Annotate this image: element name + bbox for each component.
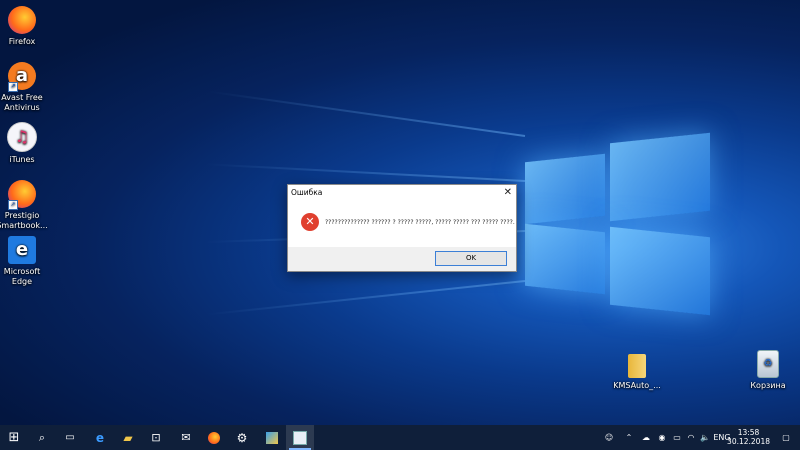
gear-icon: ⚙ xyxy=(236,430,248,445)
taskbar-kmsauto[interactable] xyxy=(286,425,314,450)
taskbar-firefox[interactable] xyxy=(200,425,228,450)
desktop-icon-edge[interactable]: e Microsoft Edge xyxy=(0,236,52,287)
notification-app-icon[interactable]: ◉ xyxy=(655,425,669,450)
desktop-icon-itunes[interactable]: ♫ iTunes xyxy=(0,122,52,165)
edge-icon: e xyxy=(95,430,105,445)
firefox-icon xyxy=(8,6,36,34)
taskbar: ⊞ ⌕ ▭ e ▰ ⊡ ✉ ⚙ ☺ ⌃ ☁ ◉ ▭ ◠ 🔈 ENG 13:58 … xyxy=(0,425,800,450)
dialog-titlebar[interactable]: Ошибка ✕ xyxy=(288,185,516,201)
mail-icon: ✉ xyxy=(181,431,191,444)
taskbar-explorer[interactable]: ▰ xyxy=(114,425,142,450)
taskbar-app[interactable] xyxy=(258,425,286,450)
action-center-icon[interactable]: ▢ xyxy=(778,425,794,450)
desktop-icon-avast[interactable]: a ↗ Avast Free Antivirus xyxy=(0,62,52,113)
windows-icon: ⊞ xyxy=(8,430,20,445)
wifi-icon[interactable]: ◠ xyxy=(684,425,698,450)
search-icon: ⌕ xyxy=(38,430,46,444)
dialog-title: Ошибка xyxy=(291,188,323,197)
file-explorer-icon: ▰ xyxy=(123,430,133,445)
search-button[interactable]: ⌕ xyxy=(28,425,56,450)
clock[interactable]: 13:58 30.12.2018 xyxy=(727,428,770,446)
clock-date: 30.12.2018 xyxy=(727,437,770,446)
volume-icon[interactable]: 🔈 xyxy=(698,425,712,450)
firefox-icon xyxy=(208,431,220,444)
folder-icon xyxy=(628,354,646,378)
taskbar-edge[interactable]: e xyxy=(86,425,114,450)
error-icon: ✕ xyxy=(301,213,319,231)
desktop-icon-prestigio[interactable]: ↗ Prestigio Smartbook... xyxy=(0,180,52,231)
itunes-icon: ♫ xyxy=(7,122,37,152)
shortcut-arrow-icon: ↗ xyxy=(8,82,18,92)
ok-button[interactable]: OK xyxy=(435,251,507,266)
app-icon xyxy=(266,431,278,444)
task-view-icon: ▭ xyxy=(65,432,75,443)
dialog-message: ?????????????? ?????? ? ????? ?????, ???… xyxy=(325,219,515,226)
recycle-bin-icon: ♻ xyxy=(757,350,779,378)
desktop-icon-recycle-bin[interactable]: ♻ Корзина xyxy=(738,350,798,391)
desktop-icon-firefox[interactable]: Firefox xyxy=(0,6,52,47)
shortcut-arrow-icon: ↗ xyxy=(8,200,18,210)
error-dialog: Ошибка ✕ ✕ ?????????????? ?????? ? ?????… xyxy=(287,184,517,272)
taskbar-store[interactable]: ⊡ xyxy=(142,425,170,450)
task-view-button[interactable]: ▭ xyxy=(56,425,84,450)
people-icon[interactable]: ☺ xyxy=(600,425,618,450)
edge-icon: e xyxy=(8,236,36,264)
store-icon: ⊡ xyxy=(151,431,161,444)
taskbar-mail[interactable]: ✉ xyxy=(172,425,200,450)
battery-icon[interactable]: ▭ xyxy=(670,425,684,450)
clock-time: 13:58 xyxy=(737,428,760,437)
desktop-icon-kmsauto[interactable]: KMSAuto_... xyxy=(607,354,667,391)
taskbar-settings[interactable]: ⚙ xyxy=(228,425,256,450)
start-button[interactable]: ⊞ xyxy=(0,425,28,450)
wallpaper-windows-logo xyxy=(205,90,745,350)
avast-icon: a ↗ xyxy=(8,62,36,92)
dialog-body: ✕ ?????????????? ?????? ? ????? ?????, ?… xyxy=(288,201,516,247)
dialog-footer: OK xyxy=(288,247,516,271)
prestigio-firefox-icon: ↗ xyxy=(8,180,36,210)
chevron-up-icon[interactable]: ⌃ xyxy=(622,425,636,450)
kmsauto-icon xyxy=(293,430,307,445)
cloud-icon[interactable]: ☁ xyxy=(638,425,654,450)
close-icon[interactable]: ✕ xyxy=(504,187,512,198)
